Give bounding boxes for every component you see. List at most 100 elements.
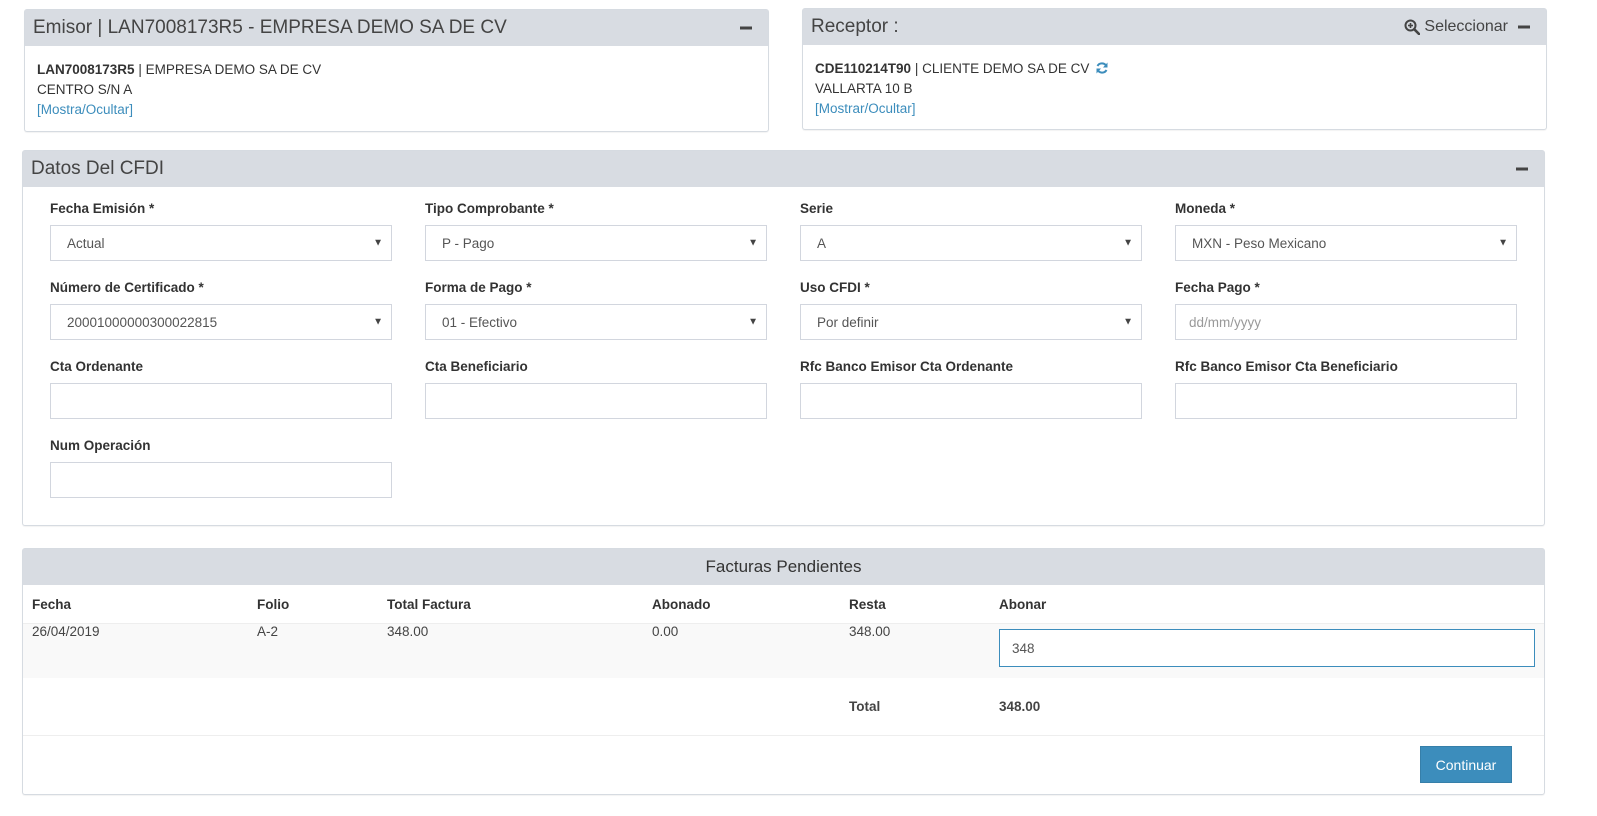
serie-value: A (817, 235, 827, 251)
moneda-value: MXN - Peso Mexicano (1192, 235, 1327, 251)
caret-down-icon: ▼ (748, 237, 758, 249)
field-uso-cfdi: Uso CFDI * Por definir ▼ (800, 278, 1142, 340)
facturas-title: Facturas Pendientes (705, 557, 862, 576)
cta-ordenante-label: Cta Ordenante (50, 359, 144, 374)
receptor-title: Receptor : (811, 16, 899, 37)
col-folio: Folio (248, 585, 378, 624)
receptor-name: | CLIENTE DEMO SA DE CV (911, 61, 1090, 76)
numero-certificado-label: Número de Certificado * (50, 280, 204, 295)
caret-down-icon: ▼ (373, 316, 383, 328)
caret-down-icon: ▼ (748, 316, 758, 328)
continuar-button[interactable]: Continuar (1420, 746, 1512, 783)
receptor-toggle-link[interactable]: [Mostrar/Ocultar] (815, 101, 916, 116)
fecha-emision-value: Actual (67, 235, 105, 251)
emisor-toggle-link[interactable]: [Mostra/Ocultar] (37, 102, 133, 117)
numero-certificado-select[interactable]: 20001000000300022815 ▼ (50, 304, 392, 340)
num-operacion-input[interactable] (50, 462, 392, 498)
receptor-info: CDE110214T90 | CLIENTE DEMO SA DE CV VAL… (803, 45, 1546, 129)
abonar-input[interactable]: 348 (999, 629, 1535, 667)
uso-cfdi-value: Por definir (817, 314, 879, 330)
receptor-rfc: CDE110214T90 (815, 61, 912, 76)
rfc-banco-beneficiario-label: Rfc Banco Emisor Cta Beneficiario (1175, 359, 1398, 374)
moneda-label: Moneda * (1175, 201, 1236, 216)
emisor-rfc: LAN7008173R5 (37, 62, 135, 77)
fecha-emision-label: Fecha Emisión * (50, 201, 155, 216)
uso-cfdi-select[interactable]: Por definir ▼ (800, 304, 1142, 340)
fecha-emision-select[interactable]: Actual ▼ (50, 225, 392, 261)
caret-down-icon: ▼ (1498, 237, 1508, 249)
col-resta: Resta (840, 585, 990, 624)
facturas-footer-divider (23, 735, 1544, 736)
field-fecha-pago: Fecha Pago * dd/mm/yyyy (1175, 278, 1517, 340)
field-numero-certificado: Número de Certificado * 2000100000030002… (50, 278, 392, 340)
emisor-collapse-icon[interactable] (740, 26, 752, 30)
emisor-name: | EMPRESA DEMO SA DE CV (134, 62, 322, 77)
cell-total: 348.00 (387, 624, 429, 639)
cfdi-title: Datos Del CFDI (31, 158, 165, 179)
receptor-panel: Receptor : Seleccionar CDE110214T90 | CL… (802, 8, 1547, 130)
emisor-info: LAN7008173R5 | EMPRESA DEMO SA DE CV CEN… (25, 46, 768, 130)
cta-beneficiario-input[interactable] (425, 383, 767, 419)
table-row: 26/04/2019 A-2 348.00 0.00 348.00 348 (23, 623, 1544, 678)
field-cta-beneficiario: Cta Beneficiario (425, 357, 767, 419)
abonar-value: 348 (1012, 640, 1035, 656)
receptor-address: VALLARTA 10 B (815, 81, 913, 96)
col-abonado: Abonado (643, 585, 840, 624)
table-header-row: Fecha Folio Total Factura Abonado Resta … (23, 585, 1544, 624)
fecha-pago-placeholder: dd/mm/yyyy (1189, 314, 1262, 330)
emisor-address: CENTRO S/N A (37, 82, 133, 97)
field-fecha-emision: Fecha Emisión * Actual ▼ (50, 199, 392, 261)
receptor-collapse-icon[interactable] (1518, 25, 1530, 29)
cell-folio: A-2 (257, 624, 279, 639)
select-receptor-button[interactable]: Seleccionar (1404, 18, 1508, 36)
field-serie: Serie A ▼ (800, 199, 1142, 261)
refresh-icon[interactable] (1095, 61, 1109, 75)
col-abonar: Abonar (990, 585, 1544, 624)
rfc-banco-ordenante-label: Rfc Banco Emisor Cta Ordenante (800, 359, 1014, 374)
serie-select[interactable]: A ▼ (800, 225, 1142, 261)
forma-pago-label: Forma de Pago * (425, 280, 532, 295)
total-value: 348.00 (999, 699, 1041, 714)
field-tipo-comprobante: Tipo Comprobante * P - Pago ▼ (425, 199, 767, 261)
tipo-comprobante-value: P - Pago (442, 235, 495, 251)
cell-resta: 348.00 (849, 624, 891, 639)
cfdi-panel: Datos Del CFDI Fecha Emisión * Actual ▼ … (22, 150, 1545, 526)
cta-beneficiario-label: Cta Beneficiario (425, 359, 528, 374)
num-operacion-label: Num Operación (50, 438, 151, 453)
facturas-panel: Facturas Pendientes Fecha Folio Total Fa… (22, 548, 1545, 795)
fecha-pago-label: Fecha Pago * (1175, 280, 1260, 295)
field-rfc-banco-beneficiario: Rfc Banco Emisor Cta Beneficiario (1175, 357, 1517, 419)
forma-pago-select[interactable]: 01 - Efectivo ▼ (425, 304, 767, 340)
receptor-header: Receptor : Seleccionar (803, 9, 1546, 45)
caret-down-icon: ▼ (373, 237, 383, 249)
select-receptor-label: Seleccionar (1424, 18, 1508, 35)
emisor-header: Emisor | LAN7008173R5 - EMPRESA DEMO SA … (25, 10, 768, 46)
moneda-select[interactable]: MXN - Peso Mexicano ▼ (1175, 225, 1517, 261)
rfc-banco-beneficiario-input[interactable] (1175, 383, 1517, 419)
search-plus-icon (1404, 19, 1421, 35)
col-total-factura: Total Factura (378, 585, 643, 624)
cell-abonar: 348 (990, 624, 1544, 678)
facturas-table: Fecha Folio Total Factura Abonado Resta … (23, 585, 1544, 736)
cell-fecha: 26/04/2019 (32, 624, 100, 639)
uso-cfdi-label: Uso CFDI * (800, 280, 870, 295)
field-num-operacion: Num Operación (50, 436, 392, 498)
field-cta-ordenante: Cta Ordenante (50, 357, 392, 419)
emisor-title: Emisor | LAN7008173R5 - EMPRESA DEMO SA … (33, 17, 507, 38)
cfdi-collapse-icon[interactable] (1516, 167, 1528, 171)
rfc-banco-ordenante-input[interactable] (800, 383, 1142, 419)
cell-abonado: 0.00 (652, 624, 679, 639)
emisor-panel: Emisor | LAN7008173R5 - EMPRESA DEMO SA … (24, 9, 769, 132)
field-rfc-banco-ordenante: Rfc Banco Emisor Cta Ordenante (800, 357, 1142, 419)
total-row: Total 348.00 (23, 678, 1544, 736)
total-label: Total (849, 699, 881, 714)
col-fecha: Fecha (23, 585, 248, 624)
cfdi-header: Datos Del CFDI (23, 151, 1544, 187)
field-forma-pago: Forma de Pago * 01 - Efectivo ▼ (425, 278, 767, 340)
tipo-comprobante-select[interactable]: P - Pago ▼ (425, 225, 767, 261)
field-moneda: Moneda * MXN - Peso Mexicano ▼ (1175, 199, 1517, 261)
cta-ordenante-input[interactable] (50, 383, 392, 419)
forma-pago-value: 01 - Efectivo (442, 314, 518, 330)
fecha-pago-input[interactable]: dd/mm/yyyy (1175, 304, 1517, 340)
facturas-header: Facturas Pendientes (23, 549, 1544, 585)
